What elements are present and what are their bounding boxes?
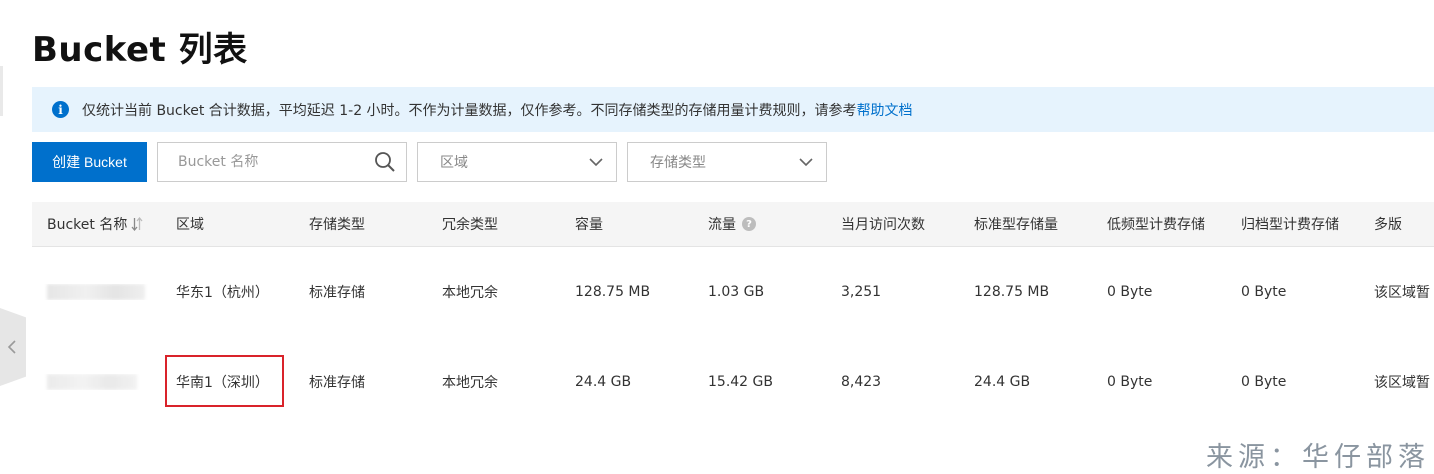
col-standard-storage: 标准型存储量 <box>974 217 1058 233</box>
cell-versioning: 该区域暂 <box>1374 375 1430 391</box>
cell-region: 华东1（杭州） <box>176 285 269 301</box>
cell-standard: 128.75 MB <box>974 284 1050 300</box>
notice-text: 仅统计当前 Bucket 合计数据，平均延迟 1-2 小时。不作为计量数据，仅作… <box>82 102 857 119</box>
bucket-list-page: Bucket 列表 i 仅统计当前 Bucket 合计数据，平均延迟 1-2 小… <box>0 0 1434 474</box>
bucket-table: Bucket 名称 区域 存储类型 冗余类型 容量 流量 ? 当月访问次数 标准… <box>32 202 1434 427</box>
cell-region: 华南1（深圳） <box>176 375 269 391</box>
chevron-down-icon <box>589 158 603 167</box>
left-edge-strip <box>0 66 3 116</box>
help-icon[interactable]: ? <box>742 217 756 231</box>
cell-ia: 0 Byte <box>1107 284 1153 300</box>
create-bucket-button[interactable]: 创建 Bucket <box>32 142 147 182</box>
help-doc-link[interactable]: 帮助文档 <box>857 100 913 120</box>
cell-traffic: 15.42 GB <box>708 374 773 390</box>
redacted-bucket-name <box>47 284 145 300</box>
region-select-label: 区域 <box>440 155 468 171</box>
cell-capacity: 128.75 MB <box>575 284 651 300</box>
col-storage-type: 存储类型 <box>309 217 365 233</box>
search-box <box>157 142 407 182</box>
region-select[interactable]: 区域 <box>417 142 617 182</box>
cell-archive: 0 Byte <box>1241 374 1287 390</box>
col-redundancy: 冗余类型 <box>442 217 498 233</box>
chevron-down-icon <box>799 158 813 167</box>
storage-type-select[interactable]: 存储类型 <box>627 142 827 182</box>
cell-traffic: 1.03 GB <box>708 284 765 300</box>
cell-versioning: 该区域暂 <box>1374 285 1430 301</box>
toolbar: 创建 Bucket 区域 存储类型 <box>32 142 827 182</box>
bucket-name-redacted[interactable] <box>32 284 161 300</box>
page-title: Bucket 列表 <box>32 30 248 70</box>
col-region: 区域 <box>176 217 204 233</box>
cell-capacity: 24.4 GB <box>575 374 632 390</box>
col-versioning: 多版 <box>1374 217 1402 233</box>
search-icon[interactable] <box>374 151 396 173</box>
sidebar-collapse-handle[interactable] <box>0 308 26 386</box>
col-archive-storage: 归档型计费存储 <box>1241 217 1339 233</box>
bucket-name-redacted[interactable] <box>32 374 161 390</box>
table-row[interactable]: 华南1（深圳） 标准存储 本地冗余 24.4 GB 15.42 GB 8,423… <box>32 337 1434 427</box>
cell-visits: 8,423 <box>841 374 882 390</box>
cell-storage-type: 标准存储 <box>309 285 365 301</box>
source-watermark: 来源：华仔部落 <box>1206 442 1430 473</box>
cell-visits: 3,251 <box>841 284 882 300</box>
sort-icon[interactable] <box>131 217 143 231</box>
storage-type-select-label: 存储类型 <box>650 155 706 171</box>
chevron-left-icon <box>7 340 16 354</box>
col-capacity: 容量 <box>575 217 603 233</box>
col-traffic: 流量 ? <box>693 214 826 234</box>
cell-archive: 0 Byte <box>1241 284 1287 300</box>
cell-ia: 0 Byte <box>1107 374 1153 390</box>
notice-bar: i 仅统计当前 Bucket 合计数据，平均延迟 1-2 小时。不作为计量数据，… <box>32 87 1434 132</box>
table-row[interactable]: 华东1（杭州） 标准存储 本地冗余 128.75 MB 1.03 GB 3,25… <box>32 247 1434 337</box>
bucket-name-search-input[interactable] <box>178 154 374 170</box>
col-ia-storage: 低频型计费存储 <box>1107 217 1205 233</box>
col-monthly-visits: 当月访问次数 <box>841 217 925 233</box>
info-icon: i <box>52 101 69 118</box>
cell-standard: 24.4 GB <box>974 374 1031 390</box>
redacted-bucket-name <box>47 374 137 390</box>
col-bucket-name[interactable]: Bucket 名称 <box>32 214 161 234</box>
cell-redundancy: 本地冗余 <box>442 285 498 301</box>
cell-redundancy: 本地冗余 <box>442 375 498 391</box>
table-header: Bucket 名称 区域 存储类型 冗余类型 容量 流量 ? 当月访问次数 标准… <box>32 202 1434 247</box>
cell-storage-type: 标准存储 <box>309 375 365 391</box>
